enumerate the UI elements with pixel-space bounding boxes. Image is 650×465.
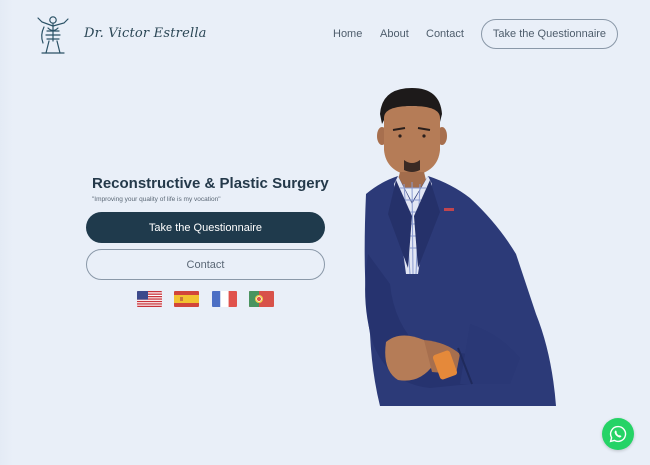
nav-contact-link[interactable]: Contact [426, 28, 464, 40]
questionnaire-button[interactable]: Take the Questionnaire [86, 212, 325, 243]
france-flag-icon[interactable] [212, 291, 237, 307]
hero-tagline: "Improving your quality of life is my vo… [92, 196, 221, 203]
us-flag-icon[interactable] [137, 291, 162, 307]
nav-home-link[interactable]: Home [333, 28, 362, 40]
portugal-flag-icon[interactable] [249, 291, 274, 307]
header-questionnaire-button[interactable]: Take the Questionnaire [481, 19, 618, 49]
hero-title: Reconstructive & Plastic Surgery [92, 175, 329, 192]
spain-flag-icon[interactable] [174, 291, 199, 307]
brand-name[interactable]: Dr. Victor Estrella [84, 26, 207, 41]
page: Dr. Victor Estrella Home About Contact T… [0, 0, 650, 465]
whatsapp-button[interactable] [602, 418, 634, 450]
whatsapp-icon [609, 425, 627, 443]
doctor-photo [360, 84, 565, 409]
contact-button[interactable]: Contact [86, 249, 325, 280]
nav-about-link[interactable]: About [380, 28, 409, 40]
logo-icon[interactable] [34, 13, 72, 57]
